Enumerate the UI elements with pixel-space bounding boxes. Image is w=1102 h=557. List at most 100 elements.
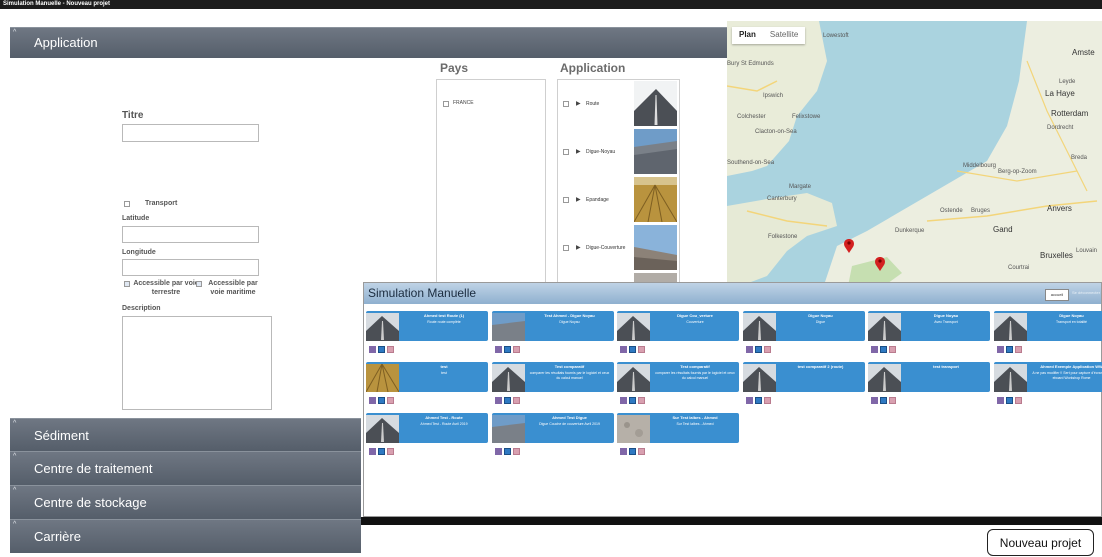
description-textarea[interactable]: [122, 316, 272, 410]
copy-icon[interactable]: [387, 397, 394, 404]
application-checkbox[interactable]: [563, 245, 569, 251]
project-card[interactable]: Ahmed Test Digue Digue Couche de couvertu…: [491, 413, 614, 458]
delete-icon[interactable]: [620, 346, 627, 353]
open-icon[interactable]: [629, 346, 636, 353]
pays-item-france[interactable]: FRANCE: [453, 100, 474, 106]
section-header-centre-stockage[interactable]: ^ Centre de stockage: [10, 485, 361, 519]
open-icon[interactable]: [629, 397, 636, 404]
project-card[interactable]: Sur Test Ialbes - Ahmed Sur Test Ialbes -…: [617, 413, 739, 458]
copy-icon[interactable]: [638, 397, 645, 404]
expand-triangle-icon[interactable]: ▶: [576, 196, 581, 203]
project-card[interactable]: test test: [366, 362, 488, 407]
copy-icon[interactable]: [1014, 346, 1022, 353]
application-item-epandage[interactable]: ▶ Epandage: [558, 176, 677, 224]
delete-icon[interactable]: [369, 448, 376, 455]
copy-icon[interactable]: [512, 448, 520, 455]
section-header-application[interactable]: ^ Application: [10, 27, 727, 58]
project-card[interactable]: Test Ahmed - Digue Noyau Digue Noyau: [491, 311, 614, 356]
access-maritime-checkbox[interactable]: [196, 281, 202, 287]
card-title[interactable]: test: [403, 364, 485, 369]
open-icon[interactable]: [378, 448, 385, 455]
card-title[interactable]: test comparatif 2 (route): [780, 364, 862, 369]
copy-icon[interactable]: [387, 346, 394, 353]
copy-icon[interactable]: [763, 346, 771, 353]
project-card[interactable]: Ahmed Test - Route Ahmed Test - Route Avr…: [366, 413, 488, 458]
delete-icon[interactable]: [745, 397, 753, 404]
map-view[interactable]: Plan Satellite Lowestoft Amste Leyde La …: [727, 21, 1102, 291]
delete-icon[interactable]: [996, 346, 1004, 353]
access-terrestre-checkbox[interactable]: [124, 281, 130, 287]
project-card[interactable]: test comparatif 2 (route): [742, 362, 865, 407]
new-project-button[interactable]: Nouveau projet: [987, 529, 1094, 556]
copy-icon[interactable]: [512, 346, 520, 353]
open-icon[interactable]: [503, 448, 511, 455]
pays-checkbox-france[interactable]: [443, 101, 449, 107]
application-item-route[interactable]: ▶ Route: [558, 80, 677, 128]
card-title[interactable]: Test comparatif: [529, 364, 611, 369]
map-plan-button[interactable]: Plan: [732, 27, 763, 44]
delete-icon[interactable]: [745, 346, 753, 353]
copy-icon[interactable]: [638, 346, 645, 353]
card-title[interactable]: Test Ahmed - Digue Noyau: [529, 313, 611, 318]
project-card[interactable]: Ahmed Exemple Application WW A ne pas mod…: [993, 362, 1102, 407]
open-icon[interactable]: [754, 346, 762, 353]
card-title[interactable]: Ahmed Exemple Application WW: [1031, 364, 1102, 369]
open-icon[interactable]: [1005, 346, 1013, 353]
copy-icon[interactable]: [889, 397, 896, 404]
open-icon[interactable]: [1005, 397, 1013, 404]
open-icon[interactable]: [754, 397, 762, 404]
delete-icon[interactable]: [369, 397, 376, 404]
card-title[interactable]: Digue Noyau: [1031, 313, 1102, 318]
project-card[interactable]: Ahmed test Route (1) Route route complète: [366, 311, 488, 356]
delete-icon[interactable]: [620, 448, 627, 455]
accueil-button[interactable]: accueil: [1045, 289, 1069, 301]
delete-icon[interactable]: [871, 397, 878, 404]
open-icon[interactable]: [378, 346, 385, 353]
project-card[interactable]: Test comparatif comparer les résultats fo…: [617, 362, 739, 407]
expand-triangle-icon[interactable]: ▶: [576, 100, 581, 107]
open-icon[interactable]: [880, 346, 887, 353]
delete-icon[interactable]: [871, 346, 878, 353]
delete-icon[interactable]: [369, 346, 376, 353]
application-item-digue-noyau[interactable]: ▶ Digue-Noyau: [558, 128, 677, 176]
open-icon[interactable]: [629, 448, 636, 455]
card-title[interactable]: test transport: [905, 364, 987, 369]
section-header-centre-traitement[interactable]: ^ Centre de traitement: [10, 451, 361, 485]
open-icon[interactable]: [880, 397, 887, 404]
project-card[interactable]: Test comparatif comparer les résultats fo…: [491, 362, 614, 407]
application-checkbox[interactable]: [563, 197, 569, 203]
card-title[interactable]: Ahmed test Route (1): [403, 313, 485, 318]
project-card[interactable]: Digue Noyau Transport en totalité: [993, 311, 1102, 356]
disconnect-link[interactable]: Se déconnecter: [1072, 290, 1100, 295]
expand-triangle-icon[interactable]: ▶: [576, 244, 581, 251]
card-title[interactable]: Ahmed Test Digue: [529, 415, 611, 420]
application-item-digue-couverture[interactable]: ▶ Digue-Couverture: [558, 224, 677, 272]
delete-icon[interactable]: [996, 397, 1004, 404]
project-card[interactable]: Digue Cou_verture Couverture: [617, 311, 739, 356]
copy-icon[interactable]: [387, 448, 394, 455]
section-header-carriere[interactable]: ^ Carrière: [10, 519, 361, 553]
latitude-input[interactable]: [122, 226, 259, 243]
longitude-input[interactable]: [122, 259, 259, 276]
copy-icon[interactable]: [512, 397, 520, 404]
project-card[interactable]: Digue Noyau Avec Transport: [868, 311, 990, 356]
copy-icon[interactable]: [889, 346, 896, 353]
map-type-toggle[interactable]: Plan Satellite: [732, 27, 806, 44]
card-title[interactable]: Digue Cou_verture: [654, 313, 736, 318]
application-checkbox[interactable]: [563, 101, 569, 107]
open-icon[interactable]: [378, 397, 385, 404]
card-title[interactable]: Digue Noyau: [780, 313, 862, 318]
card-title[interactable]: Sur Test Ialbes - Ahmed: [654, 415, 736, 420]
transport-checkbox[interactable]: [124, 201, 130, 207]
map-satellite-button[interactable]: Satellite: [763, 27, 805, 44]
delete-icon[interactable]: [494, 397, 502, 404]
delete-icon[interactable]: [494, 346, 502, 353]
copy-icon[interactable]: [763, 397, 771, 404]
open-icon[interactable]: [503, 397, 511, 404]
open-icon[interactable]: [503, 346, 511, 353]
section-header-sediment[interactable]: ^ Sédiment: [10, 418, 361, 451]
application-checkbox[interactable]: [563, 149, 569, 155]
project-card[interactable]: Digue Noyau Digue: [742, 311, 865, 356]
expand-triangle-icon[interactable]: ▶: [576, 148, 581, 155]
delete-icon[interactable]: [494, 448, 502, 455]
